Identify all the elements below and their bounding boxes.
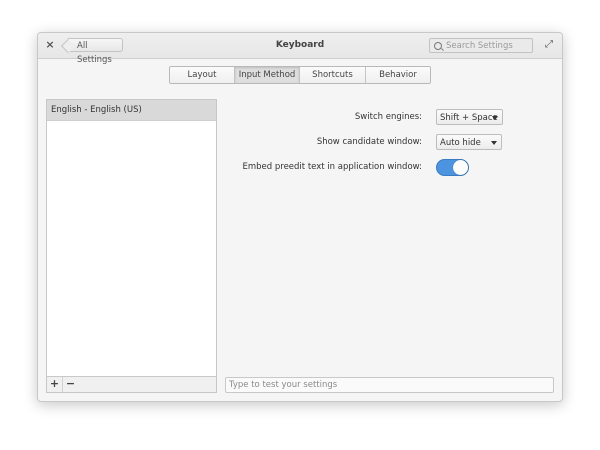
show-candidate-label: Show candidate window: <box>316 137 422 147</box>
show-candidate-dropdown[interactable]: Auto hide <box>436 134 502 150</box>
tab-bar: Layout Input Method Shortcuts Behavior <box>169 66 431 84</box>
tab-input-method[interactable]: Input Method <box>235 67 300 83</box>
list-toolbar: + − <box>47 376 216 392</box>
tab-layout[interactable]: Layout <box>170 67 235 83</box>
switch-engines-row: Switch engines: Shift + Space <box>228 109 548 125</box>
tab-shortcuts[interactable]: Shortcuts <box>300 67 366 83</box>
search-input[interactable] <box>446 39 530 52</box>
settings-window: × All Settings Keyboard ⤢ Layout Input M… <box>37 32 563 402</box>
remove-engine-button[interactable]: − <box>63 377 78 392</box>
input-engines-list: English - English (US) + − <box>46 99 217 393</box>
switch-knob <box>453 160 468 175</box>
embed-preedit-switch[interactable] <box>436 159 469 176</box>
switch-engines-value: Shift + Space <box>440 113 498 123</box>
chevron-down-icon <box>491 141 497 145</box>
add-engine-button[interactable]: + <box>47 377 63 392</box>
embed-preedit-row: Embed preedit text in application window… <box>228 159 548 176</box>
switch-engines-label: Switch engines: <box>354 112 422 122</box>
embed-preedit-label: Embed preedit text in application window… <box>242 162 423 172</box>
titlebar: × All Settings Keyboard ⤢ <box>38 33 562 65</box>
show-candidate-row: Show candidate window: Auto hide <box>228 134 548 150</box>
tab-behavior[interactable]: Behavior <box>366 67 430 83</box>
list-item[interactable]: English - English (US) <box>47 100 216 121</box>
search-icon <box>434 42 442 50</box>
switch-engines-dropdown[interactable]: Shift + Space <box>436 109 503 125</box>
search-box[interactable] <box>429 38 533 53</box>
maximize-icon[interactable]: ⤢ <box>544 40 554 50</box>
show-candidate-value: Auto hide <box>440 138 481 148</box>
test-settings-input[interactable] <box>225 377 554 393</box>
chevron-down-icon <box>492 116 498 120</box>
